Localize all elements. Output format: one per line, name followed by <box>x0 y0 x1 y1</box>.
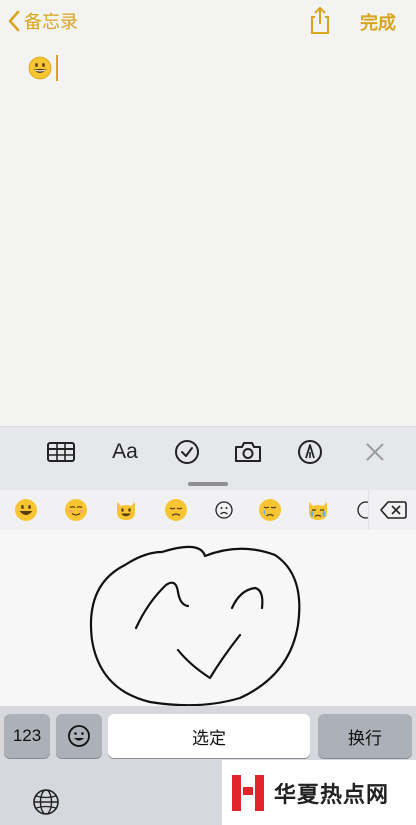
smiling-face-icon[interactable] <box>64 498 88 522</box>
markup-button[interactable] <box>295 437 325 467</box>
checklist-icon <box>175 440 199 464</box>
partial-emoji-icon[interactable] <box>354 498 368 522</box>
navigation-bar: 备忘录 完成 <box>0 0 416 44</box>
grinning-face-icon[interactable] <box>14 498 38 522</box>
text-cursor <box>56 55 58 81</box>
note-text[interactable] <box>28 53 58 83</box>
emoji-suggestion-row <box>0 490 416 530</box>
globe-icon <box>33 789 59 815</box>
back-button-label: 备忘录 <box>24 12 78 32</box>
emoji-icon <box>68 725 90 747</box>
return-key[interactable]: 换行 <box>318 714 412 758</box>
frowning-face-icon[interactable] <box>212 498 236 522</box>
camera-button[interactable] <box>233 437 263 467</box>
checklist-button[interactable] <box>172 437 202 467</box>
handwriting-stroke <box>89 545 301 707</box>
grinning-face-icon <box>28 56 52 80</box>
share-icon <box>311 6 329 34</box>
camera-icon <box>235 442 261 462</box>
format-button[interactable]: Aa <box>110 437 140 467</box>
handwriting-area[interactable] <box>0 530 416 707</box>
delete-backspace-icon <box>380 501 407 519</box>
done-button[interactable]: 完成 <box>360 9 396 35</box>
panel-grabber[interactable] <box>188 482 228 486</box>
note-canvas[interactable] <box>0 0 416 426</box>
share-button[interactable] <box>305 5 335 35</box>
format-icon: Aa <box>112 440 138 463</box>
disappointed-face-icon[interactable] <box>164 498 188 522</box>
site-watermark: 华夏热点网 <box>222 760 416 825</box>
back-button[interactable]: 备忘录 <box>8 6 78 36</box>
emoji-key[interactable] <box>56 714 102 758</box>
table-button[interactable] <box>46 437 76 467</box>
watermark-text: 华夏热点网 <box>274 781 390 808</box>
numbers-key[interactable]: 123 <box>4 714 50 758</box>
format-toolbar: Aa <box>0 426 416 477</box>
grinning-cat-icon[interactable] <box>114 498 138 522</box>
globe-key[interactable] <box>26 782 66 822</box>
markup-icon <box>298 440 322 464</box>
close-button[interactable] <box>360 437 390 467</box>
watermark-logo <box>232 774 264 811</box>
select-key[interactable]: 选定 <box>108 714 310 758</box>
chevron-left-icon <box>8 10 20 32</box>
table-icon <box>47 442 75 462</box>
delete-button[interactable] <box>368 490 416 530</box>
close-icon <box>366 443 384 461</box>
crying-face-icon[interactable] <box>258 498 282 522</box>
crying-cat-icon[interactable] <box>306 498 330 522</box>
